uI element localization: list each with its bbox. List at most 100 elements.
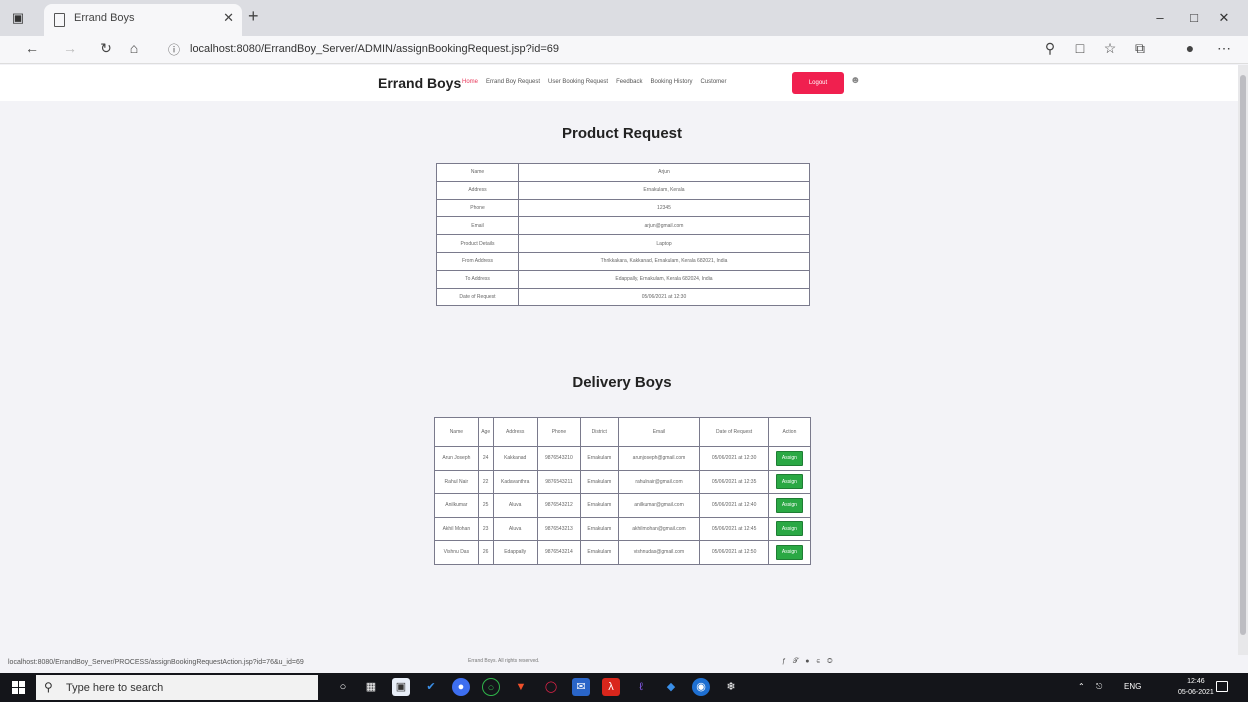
product-request-value: Thrikkakara, Kakkanad, Ernakulam, Kerala…: [518, 251, 810, 271]
browser-status-bar: localhost:8080/ErrandBoy_Server/PROCESS/…: [0, 655, 1248, 673]
product-request-row: Phone 12345: [436, 198, 810, 218]
url-input[interactable]: ⓘ localhost:8080/ErrandBoy_Server/ADMIN/…: [162, 39, 1062, 61]
language-indicator[interactable]: ENG: [1124, 682, 1141, 691]
taskbar-clock[interactable]: 12:46 05-06-2021: [1178, 676, 1214, 698]
table-cell: Ernakulam: [580, 493, 619, 518]
maximize-icon[interactable]: □: [1184, 8, 1204, 28]
table-cell: Kadavanthra: [492, 469, 538, 494]
table-cell: 05/06/2021 at 12:30: [699, 446, 769, 471]
assign-button[interactable]: Assign: [775, 450, 803, 466]
logout-button[interactable]: Logout: [792, 72, 844, 94]
store-icon[interactable]: ▣: [392, 678, 410, 696]
assign-button[interactable]: Assign: [775, 521, 803, 537]
page-scrollbar[interactable]: [1238, 65, 1248, 655]
more-menu-icon[interactable]: ⋯: [1214, 40, 1234, 57]
table-cell: Ernakulam: [580, 469, 619, 494]
taskbar-search-input[interactable]: ⚲ Type here to search: [36, 675, 318, 700]
product-request-row: Date of Request 05/06/2021 at 12:30: [436, 287, 810, 307]
table-cell: Ernakulam: [580, 540, 619, 565]
virtualbox-icon[interactable]: ◆: [662, 678, 680, 696]
nav-booking-history[interactable]: Booking History: [650, 79, 692, 85]
table-cell: rahulnair@gmail.com: [617, 469, 701, 494]
app-icon-1[interactable]: ●: [452, 678, 470, 696]
windows-start-icon[interactable]: [12, 681, 25, 694]
assign-button[interactable]: Assign: [775, 544, 803, 560]
product-request-row: Email arjun@gmail.com: [436, 216, 810, 236]
product-request-row: Name Arjun: [436, 163, 810, 182]
opera-icon[interactable]: ◯: [542, 678, 560, 696]
product-request-label: To Address: [436, 269, 519, 289]
delivery-boys-table: Name Age Address Phone District Email Date of …: [434, 417, 812, 565]
nav-customer[interactable]: Customer: [700, 79, 726, 85]
social-icons[interactable]: ƒ𝓣●∈◎: [782, 658, 840, 666]
table-row: Akhil Mohan 23 Aluva 9876543213 Ernakulam akh…: [434, 516, 812, 541]
edge-icon[interactable]: ◉: [692, 678, 710, 696]
outlook-icon[interactable]: ✉: [572, 678, 590, 696]
cortana-icon[interactable]: ○: [334, 678, 352, 696]
table-row: Vishnu Das 26 Edappally 9876543214 Ernakulam…: [434, 540, 812, 565]
scrollbar-thumb[interactable]: [1240, 75, 1246, 635]
nav-errand-boy-request[interactable]: Errand Boy Request: [486, 79, 540, 85]
tray-chevron-icon[interactable]: ⌃: [1078, 682, 1085, 691]
refresh-icon[interactable]: ↻: [96, 40, 116, 57]
zoom-icon[interactable]: ⚲: [1040, 40, 1060, 57]
clock-date: 05-06-2021: [1178, 689, 1214, 696]
footer-copyright: Errand Boys. All rights reserved.: [468, 658, 540, 664]
close-window-icon[interactable]: ✕: [1214, 8, 1234, 28]
tab-title: Errand Boys: [74, 12, 135, 24]
table-cell: Ernakulam: [580, 516, 619, 541]
column-header: Name: [434, 417, 479, 447]
tab-actions-icon[interactable]: ▣: [8, 8, 28, 28]
delivery-boys-title: Delivery Boys: [572, 374, 672, 391]
site-nav-links: Home Errand Boy Request User Booking Req…: [462, 79, 727, 85]
product-request-row: Product Details Laptop: [436, 234, 810, 253]
product-request-value: 12345: [518, 198, 810, 218]
column-header: Date of Request: [699, 417, 769, 447]
column-header: Address: [492, 417, 538, 447]
assign-button[interactable]: Assign: [775, 474, 803, 490]
action-cell: Assign: [767, 469, 812, 494]
assign-button[interactable]: Assign: [775, 497, 803, 513]
action-cell: Assign: [767, 516, 812, 541]
site-brand[interactable]: Errand Boys: [378, 75, 461, 91]
product-request-title: Product Request: [561, 125, 682, 142]
column-header: District: [580, 417, 619, 447]
eclipse-icon[interactable]: ❄: [722, 678, 740, 696]
home-icon[interactable]: ⌂: [124, 40, 144, 56]
nav-home[interactable]: Home: [462, 79, 478, 85]
browser-tab[interactable]: Errand Boys ✕: [44, 4, 242, 36]
product-request-value: Edappally, Ernakulam, Kerala 682024, Ind…: [518, 269, 810, 289]
todo-icon[interactable]: ✔: [422, 678, 440, 696]
brave-icon[interactable]: ▼: [512, 678, 530, 696]
site-info-icon[interactable]: ⓘ: [168, 41, 180, 58]
visual-studio-icon[interactable]: ℓ: [632, 678, 650, 696]
favorite-star-icon[interactable]: ☆: [1100, 40, 1120, 57]
reading-view-icon[interactable]: □: [1070, 40, 1090, 56]
collections-icon[interactable]: ⧉: [1130, 40, 1150, 57]
action-cell: Assign: [767, 446, 812, 471]
table-cell: 05/06/2021 at 12:40: [699, 493, 769, 518]
notifications-icon[interactable]: [1216, 681, 1228, 692]
network-icon[interactable]: ⎋: [1096, 682, 1102, 692]
back-icon[interactable]: ←: [22, 40, 42, 56]
close-tab-icon[interactable]: ✕: [223, 10, 234, 26]
forward-icon[interactable]: →: [60, 40, 80, 56]
new-tab-icon[interactable]: +: [248, 6, 259, 27]
table-cell: 9876543214: [536, 540, 582, 565]
profile-avatar-icon[interactable]: ●: [1180, 40, 1200, 56]
nav-feedback[interactable]: Feedback: [616, 79, 642, 85]
table-cell: vishnudas@gmail.com: [617, 540, 701, 565]
user-icon[interactable]: ☻: [850, 75, 861, 86]
nav-user-booking-request[interactable]: User Booking Request: [548, 79, 608, 85]
product-request-value: 05/06/2021 at 12:30: [518, 287, 810, 307]
table-cell: Vishnu Das: [434, 540, 479, 565]
table-cell: akhilmohan@gmail.com: [617, 516, 701, 541]
acrobat-icon[interactable]: λ: [602, 678, 620, 696]
table-cell: Arun Joseph: [434, 446, 479, 471]
app-icon-2[interactable]: ○: [482, 678, 500, 696]
table-cell: arunjoseph@gmail.com: [617, 446, 701, 471]
minimize-icon[interactable]: –: [1150, 8, 1170, 28]
column-header: Action: [767, 417, 812, 447]
task-view-icon[interactable]: ▦: [362, 678, 380, 696]
product-request-label: Phone: [436, 198, 519, 218]
